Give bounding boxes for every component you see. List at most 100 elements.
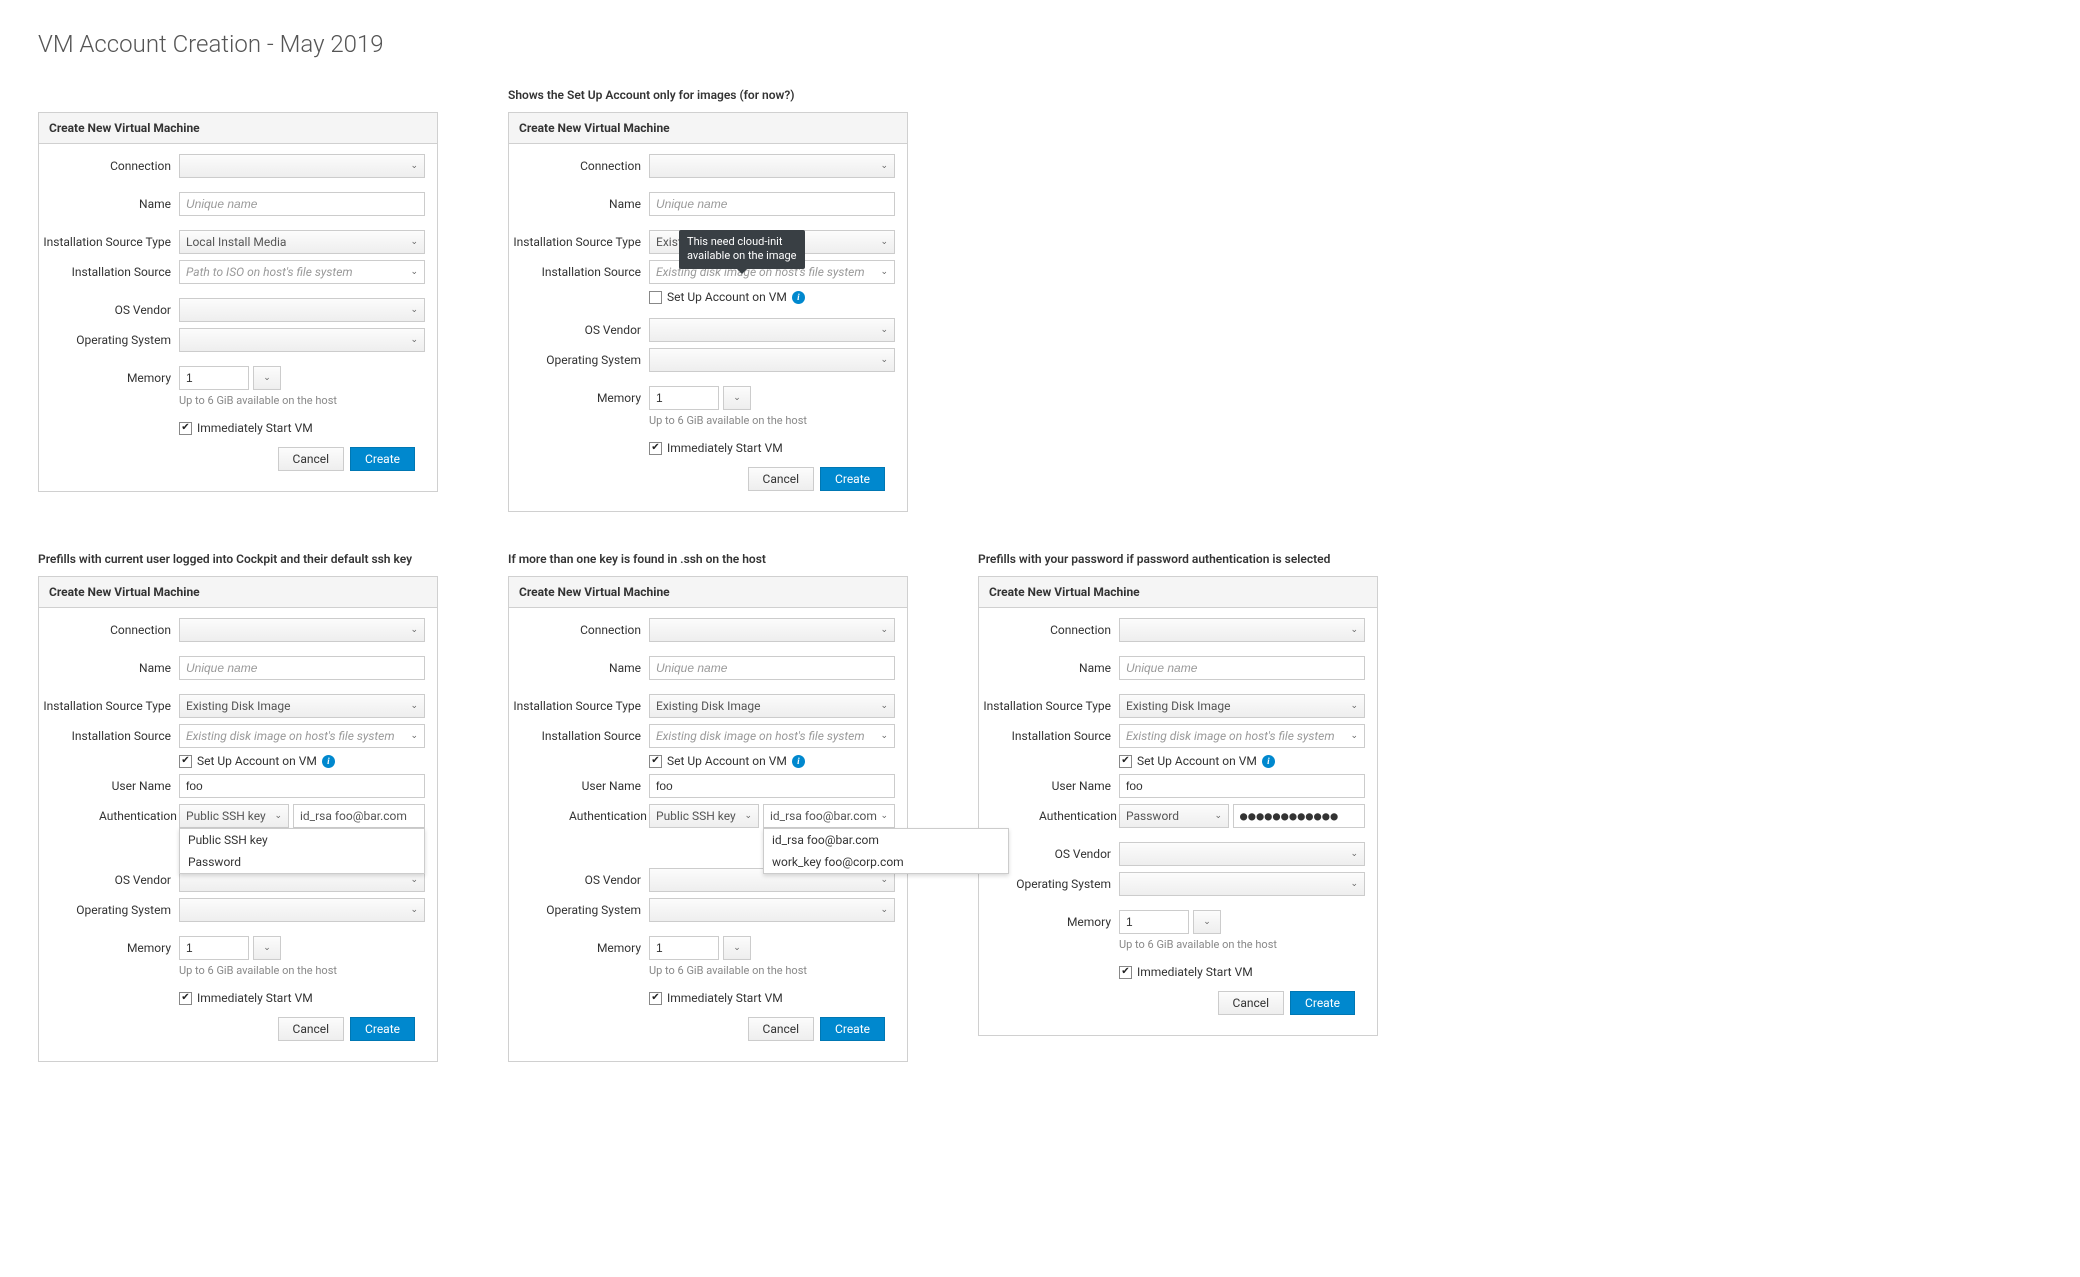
start-vm-checkbox[interactable] [1119, 966, 1132, 979]
setup-account-label: Set Up Account on VM [1137, 754, 1257, 768]
setup-account-checkbox[interactable] [649, 291, 662, 304]
cancel-button[interactable]: Cancel [1218, 991, 1285, 1015]
name-input[interactable] [1119, 656, 1365, 680]
create-button[interactable]: Create [1290, 991, 1355, 1015]
dropdown-item-ssh[interactable]: Public SSH key [180, 829, 424, 851]
info-icon[interactable]: i [1262, 755, 1275, 768]
username-input[interactable] [649, 774, 895, 798]
source-type-select[interactable]: Existing Disk Image⌄ [649, 694, 895, 718]
name-input[interactable] [179, 656, 425, 680]
auth-method-select[interactable]: Password⌄ [1119, 804, 1229, 828]
memory-unit-select[interactable]: ⌄ [723, 936, 751, 960]
cancel-button[interactable]: Cancel [278, 447, 345, 471]
os-vendor-select[interactable]: ⌄ [1119, 842, 1365, 866]
start-vm-checkbox[interactable] [179, 992, 192, 1005]
username-input[interactable] [1119, 774, 1365, 798]
source-type-value: Local Install Media [186, 235, 286, 249]
chevron-down-icon: ⌄ [410, 625, 418, 635]
setup-account-checkbox[interactable] [179, 755, 192, 768]
os-vendor-label: OS Vendor [39, 303, 179, 317]
memory-input[interactable] [1119, 910, 1189, 934]
memory-label: Memory [509, 391, 649, 405]
connection-select[interactable]: ⌄ [179, 154, 425, 178]
memory-label: Memory [509, 941, 649, 955]
chevron-down-icon: ⌄ [410, 237, 418, 247]
connection-select[interactable]: ⌄ [1119, 618, 1365, 642]
source-select[interactable]: Existing disk image on host's file syste… [179, 724, 425, 748]
source-select[interactable]: Existing disk image on host's file syste… [1119, 724, 1365, 748]
memory-label: Memory [39, 371, 179, 385]
cancel-button[interactable]: Cancel [748, 467, 815, 491]
os-select[interactable]: ⌄ [179, 898, 425, 922]
chevron-down-icon: ⌄ [410, 701, 418, 711]
auth-method-dropdown: Public SSH key Password [179, 828, 425, 874]
ssh-key-dropdown: id_rsa foo@bar.com work_key foo@corp.com [763, 828, 1009, 874]
chevron-down-icon: ⌄ [274, 811, 282, 821]
dropdown-item-key2[interactable]: work_key foo@corp.com [764, 851, 1008, 873]
name-label: Name [39, 661, 179, 675]
panel-title: Create New Virtual Machine [509, 113, 907, 144]
source-type-select[interactable]: Local Install Media ⌄ [179, 230, 425, 254]
os-select[interactable]: ⌄ [649, 898, 895, 922]
source-select[interactable]: Existing disk image on host's file syste… [649, 724, 895, 748]
source-select[interactable]: Path to ISO on host's file system⌄ [179, 260, 425, 284]
auth-method-select[interactable]: Public SSH key⌄ [649, 804, 759, 828]
os-vendor-label: OS Vendor [509, 323, 649, 337]
setup-account-label: Set Up Account on VM [667, 290, 787, 304]
memory-input[interactable] [649, 386, 719, 410]
dropdown-item-key1[interactable]: id_rsa foo@bar.com [764, 829, 1008, 851]
os-vendor-select[interactable]: ⌄ [649, 318, 895, 342]
source-type-select[interactable]: Existing Disk Image⌄ [179, 694, 425, 718]
username-input[interactable] [179, 774, 425, 798]
start-vm-checkbox[interactable] [649, 992, 662, 1005]
info-icon[interactable]: i [322, 755, 335, 768]
create-button[interactable]: Create [820, 1017, 885, 1041]
setup-account-checkbox[interactable] [1119, 755, 1132, 768]
os-select[interactable]: ⌄ [1119, 872, 1365, 896]
name-input[interactable] [649, 192, 895, 216]
connection-select[interactable]: ⌄ [649, 618, 895, 642]
memory-unit-select[interactable]: ⌄ [253, 936, 281, 960]
dropdown-item-password[interactable]: Password [180, 851, 424, 873]
os-select[interactable]: ⌄ [179, 328, 425, 352]
create-button[interactable]: Create [820, 467, 885, 491]
memory-hint: Up to 6 GiB available on the host [649, 414, 895, 427]
memory-unit-select[interactable]: ⌄ [253, 366, 281, 390]
source-label: Installation Source [509, 729, 649, 743]
memory-hint: Up to 6 GiB available on the host [179, 964, 425, 977]
start-vm-checkbox[interactable] [649, 442, 662, 455]
ssh-key-select[interactable]: id_rsa foo@bar.com⌄ [763, 804, 895, 828]
os-vendor-select[interactable]: ⌄ [179, 298, 425, 322]
name-input[interactable] [649, 656, 895, 680]
username-label: User Name [1039, 779, 1119, 793]
memory-label: Memory [39, 941, 179, 955]
memory-unit-select[interactable]: ⌄ [723, 386, 751, 410]
panel-title: Create New Virtual Machine [39, 113, 437, 144]
memory-input[interactable] [179, 366, 249, 390]
setup-account-checkbox[interactable] [649, 755, 662, 768]
memory-input[interactable] [179, 936, 249, 960]
info-icon[interactable]: i [792, 291, 805, 304]
chevron-down-icon: ⌄ [263, 373, 271, 383]
source-type-label: Installation Source Type [509, 235, 649, 249]
source-type-select[interactable]: Existing Disk Image⌄ [1119, 694, 1365, 718]
create-button[interactable]: Create [350, 447, 415, 471]
info-icon[interactable]: i [792, 755, 805, 768]
memory-unit-select[interactable]: ⌄ [1193, 910, 1221, 934]
password-input[interactable]: ●●●●●●●●●●●● [1233, 804, 1365, 828]
connection-select[interactable]: ⌄ [179, 618, 425, 642]
start-vm-checkbox[interactable] [179, 422, 192, 435]
auth-method-select[interactable]: Public SSH key⌄ [179, 804, 289, 828]
cancel-button[interactable]: Cancel [278, 1017, 345, 1041]
create-button[interactable]: Create [350, 1017, 415, 1041]
cancel-button[interactable]: Cancel [748, 1017, 815, 1041]
auth-method-value: Password [1126, 809, 1179, 823]
name-input[interactable] [179, 192, 425, 216]
memory-input[interactable] [649, 936, 719, 960]
os-select[interactable]: ⌄ [649, 348, 895, 372]
setup-account-label: Set Up Account on VM [197, 754, 317, 768]
connection-label: Connection [39, 159, 179, 173]
connection-select[interactable]: ⌄ [649, 154, 895, 178]
chevron-down-icon: ⌄ [410, 731, 418, 741]
caption: Prefills with your password if password … [978, 552, 1443, 568]
